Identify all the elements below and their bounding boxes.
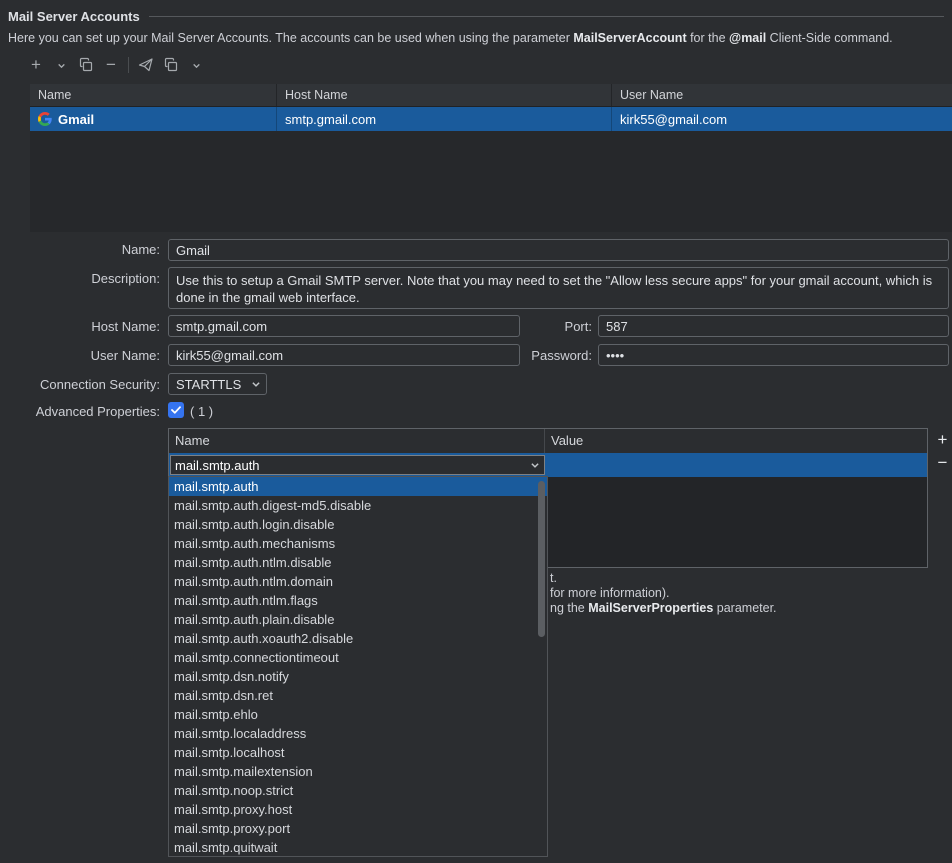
column-header-user-name: User Name [612, 84, 952, 106]
dropdown-item[interactable]: mail.smtp.mailextension [169, 762, 547, 781]
add-account-button[interactable]: + [28, 55, 44, 75]
dropdown-item[interactable]: mail.smtp.auth.xoauth2.disable [169, 629, 547, 648]
password-label: Password: [520, 348, 592, 363]
add-property-button[interactable]: + [933, 431, 952, 450]
intro-part2: for the [687, 31, 729, 45]
account-host: smtp.gmail.com [285, 112, 376, 127]
accounts-table: Name Host Name User Name Gmail smtp.gmai… [30, 84, 952, 232]
property-name-combobox[interactable] [170, 455, 545, 475]
remove-property-button[interactable]: − [933, 454, 952, 473]
hint-line-3: ng the MailServerProperties parameter. [550, 601, 777, 615]
description-label: Description: [8, 271, 160, 286]
dropdown-item[interactable]: mail.smtp.localaddress [169, 724, 547, 743]
column-header-name: Name [30, 84, 277, 106]
add-account-chevron[interactable] [53, 55, 69, 75]
dropdown-item[interactable]: mail.smtp.dsn.notify [169, 667, 547, 686]
dropdown-item[interactable]: mail.smtp.proxy.host [169, 800, 547, 819]
port-label: Port: [540, 319, 592, 334]
dropdown-item[interactable]: mail.smtp.connectiontimeout [169, 648, 547, 667]
name-label: Name: [8, 242, 160, 257]
google-logo-icon [38, 112, 52, 126]
intro-text: Here you can set up your Mail Server Acc… [8, 31, 944, 45]
chevron-down-icon [57, 61, 66, 70]
account-name: Gmail [58, 112, 94, 127]
dropdown-item[interactable]: mail.smtp.noop.strict [169, 781, 547, 800]
page-title: Mail Server Accounts [8, 9, 140, 24]
intro-bold-mailserveraccount: MailServerAccount [573, 31, 686, 45]
hint-line-3-bold: MailServerProperties [588, 601, 713, 615]
column-header-host-name: Host Name [277, 84, 612, 106]
dropdown-item[interactable]: mail.smtp.ehlo [169, 705, 547, 724]
properties-table-header: Name Value [169, 429, 927, 453]
dropdown-item[interactable]: mail.smtp.proxy.port [169, 819, 547, 838]
user-name-input[interactable] [168, 344, 520, 366]
dropdown-item[interactable]: mail.smtp.auth.plain.disable [169, 610, 547, 629]
hint-line-2: for more information). [550, 586, 669, 600]
property-edit-row[interactable] [169, 453, 927, 477]
check-icon [171, 406, 181, 414]
description-input[interactable]: Use this to setup a Gmail SMTP server. N… [168, 267, 949, 309]
advanced-properties-count: ( 1 ) [190, 404, 213, 419]
chevron-down-icon [192, 61, 201, 70]
intro-part3: Client-Side command. [766, 31, 892, 45]
hint-line-3-suffix: parameter. [713, 601, 776, 615]
section-header: Mail Server Accounts [8, 9, 944, 24]
plus-icon: + [31, 56, 41, 74]
popup-scrollbar-thumb[interactable] [538, 481, 545, 637]
intro-part1: Here you can set up your Mail Server Acc… [8, 31, 573, 45]
accounts-table-header: Name Host Name User Name [30, 84, 952, 107]
password-input[interactable] [598, 344, 949, 366]
advanced-properties-checkbox[interactable] [168, 402, 184, 418]
cell-name: Gmail [30, 107, 277, 131]
dropdown-item[interactable]: mail.smtp.auth.ntlm.flags [169, 591, 547, 610]
dropdown-item[interactable]: mail.smtp.quitwait [169, 838, 547, 857]
intro-bold-mail: @mail [729, 31, 766, 45]
dropdown-item[interactable]: mail.smtp.auth.mechanisms [169, 534, 547, 553]
send-test-mail-button[interactable] [138, 55, 154, 75]
connection-security-value: STARTTLS [176, 377, 241, 392]
dropdown-item[interactable]: mail.smtp.auth.ntlm.domain [169, 572, 547, 591]
advanced-properties-label: Advanced Properties: [8, 404, 160, 419]
connection-security-select[interactable]: STARTTLS [168, 373, 267, 395]
dropdown-item[interactable]: mail.smtp.localhost [169, 743, 547, 762]
dropdown-item[interactable]: mail.smtp.dsn.ret [169, 686, 547, 705]
header-rule [149, 16, 944, 17]
dropdown-item[interactable]: mail.smtp.auth.digest-md5.disable [169, 496, 547, 515]
chevron-down-icon [251, 379, 261, 389]
dropdown-item[interactable]: mail.smtp.auth [169, 477, 547, 496]
combobox-dropdown-button[interactable] [525, 456, 544, 474]
duplicate-chevron[interactable] [188, 55, 204, 75]
toolbar-separator [128, 57, 129, 73]
hint-line-1: t. [550, 571, 557, 585]
port-input[interactable] [598, 315, 949, 337]
copy-icon [78, 57, 94, 73]
cell-host-name: smtp.gmail.com [277, 107, 612, 131]
connection-security-label: Connection Security: [8, 377, 160, 392]
duplicate-button[interactable] [163, 55, 179, 75]
host-name-input[interactable] [168, 315, 520, 337]
cell-user-name: kirk55@gmail.com [612, 107, 952, 131]
dropdown-item[interactable]: mail.smtp.auth.login.disable [169, 515, 547, 534]
name-input[interactable] [168, 239, 949, 261]
property-suggestions-popup: mail.smtp.auth mail.smtp.auth.digest-md5… [168, 476, 548, 857]
properties-column-value: Value [545, 429, 583, 453]
property-name-input[interactable] [171, 458, 525, 473]
toolbar: + − [28, 54, 204, 76]
remove-account-button[interactable]: − [103, 55, 119, 75]
account-user: kirk55@gmail.com [620, 112, 727, 127]
host-name-label: Host Name: [8, 319, 160, 334]
properties-column-name: Name [169, 429, 545, 453]
user-name-label: User Name: [8, 348, 160, 363]
send-icon [138, 57, 154, 73]
dropdown-item[interactable]: mail.smtp.auth.ntlm.disable [169, 553, 547, 572]
copy-account-button[interactable] [78, 55, 94, 75]
minus-icon: − [106, 56, 116, 74]
duplicate-icon [163, 57, 179, 73]
chevron-down-icon [530, 460, 540, 470]
hint-line-3-prefix: ng the [550, 601, 588, 615]
table-row-gmail[interactable]: Gmail smtp.gmail.com kirk55@gmail.com [30, 107, 952, 131]
